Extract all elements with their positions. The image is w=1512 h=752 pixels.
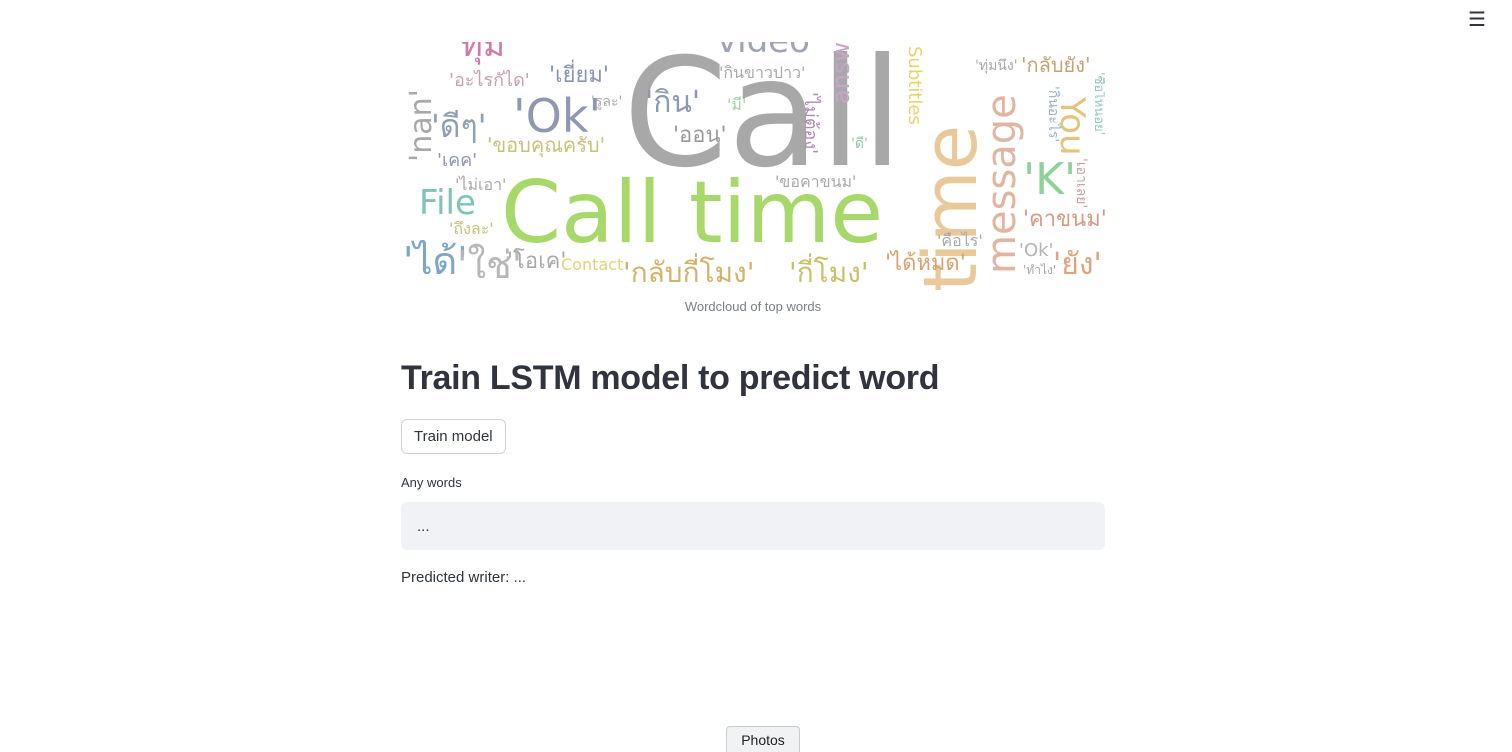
word-yiam: 'เยี่ยม' [549, 59, 609, 88]
word-kin: 'กิน' [645, 85, 700, 120]
word-tueng-la: 'ถึงละ' [449, 219, 494, 238]
word-ok-small: 'Ok' [1019, 240, 1054, 261]
word-subtitles: Subtitles [904, 46, 925, 125]
word-dee-dee: 'ดีๆ' [431, 107, 487, 145]
word-kin-khao: 'กินขาวปาว' [719, 63, 805, 82]
word-kek: 'เคค' [437, 150, 477, 171]
word-okay: 'โอเค' [507, 248, 566, 274]
word-kin-arai: 'กินอะไร' [1045, 86, 1062, 142]
app-page: ☰ Call Call time time message 'Ok' File … [0, 0, 1512, 752]
any-words-label: Any words [401, 475, 462, 490]
word-klap-yang: 'กลับยัง' [1021, 53, 1091, 77]
predicted-writer-text: Predicted writer: ... [401, 569, 527, 586]
hamburger-menu-icon[interactable]: ☰ [1462, 8, 1492, 32]
word-ru-la: 'รูละ' [591, 94, 622, 110]
word-sue-nai: 'ซื้อไหนอย' [1091, 72, 1105, 135]
train-model-button[interactable]: Train model [401, 419, 506, 454]
photos-tab-button[interactable]: Photos [726, 726, 800, 752]
any-words-input[interactable] [401, 502, 1105, 550]
word-video: video [717, 42, 810, 61]
word-yang: 'ยัง' [1053, 247, 1102, 282]
wordcloud-caption: Wordcloud of top words [684, 299, 822, 314]
main-content: Call Call time time message 'Ok' File 'K… [401, 42, 1105, 586]
word-contact: Contact [561, 255, 623, 274]
word-klap-kee-mong: 'กลับกี่โมง' [623, 253, 754, 289]
word-mai-tong: 'ไม่ต้อง' [800, 92, 822, 154]
word-kee-mong: 'กี่โมง' [789, 253, 869, 289]
word-tham-ngai: 'ทำไง' [1023, 263, 1056, 277]
word-arai: 'อะไรกัได' [449, 69, 530, 91]
word-dai-mod: 'ได้หมด' [885, 250, 966, 276]
word-mee: 'มี' [727, 95, 746, 114]
word-kanom: 'คาขนม' [1023, 207, 1105, 232]
word-khue-rai: 'คือไร' [937, 231, 983, 250]
word-on: 'ออน' [673, 123, 727, 148]
word-mai-ao: 'ไม่เอา' [455, 175, 506, 194]
word-ao-loei: 'เอาเลย' [1073, 158, 1089, 208]
word-k: 'K' [1023, 154, 1076, 205]
word-dee: 'ดี' [851, 136, 868, 152]
word-khob-khun: 'ขอบคุณครับ' [487, 133, 605, 158]
wordcloud-svg: Call Call time time message 'Ok' File 'K… [403, 42, 1105, 290]
word-tum: 'ทุ่ม' [451, 42, 515, 65]
word-tum-nueng: 'ทุ่มนึง' [975, 58, 1018, 74]
word-kho-kanom: 'ขอคาขนม' [775, 172, 856, 191]
word-answer: answer [827, 42, 855, 104]
page-title: Train LSTM model to predict word [401, 359, 940, 397]
wordcloud-image: Call Call time time message 'Ok' File 'K… [401, 42, 1105, 290]
